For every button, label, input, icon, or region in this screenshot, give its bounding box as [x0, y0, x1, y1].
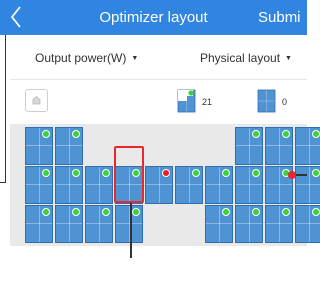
- solar-panel[interactable]: [235, 127, 263, 165]
- callout-line: [130, 203, 132, 258]
- solar-panel[interactable]: [55, 127, 83, 165]
- solar-panel[interactable]: [205, 166, 233, 204]
- layout-toolbar: 21 0: [10, 80, 307, 122]
- status-dot-icon: [132, 169, 140, 177]
- filter-bar: Output power(W) ▼ Physical layout ▼: [10, 35, 307, 80]
- home-icon: [32, 95, 41, 105]
- status-dot-icon: [72, 208, 80, 216]
- layout-dropdown[interactable]: Physical layout ▼: [200, 35, 292, 82]
- online-optimizer-stat: 21: [177, 88, 227, 114]
- solar-panel[interactable]: [25, 205, 53, 243]
- solar-panel[interactable]: [55, 166, 83, 204]
- status-dot-icon: [252, 169, 260, 177]
- optimizer-offline-icon: [257, 89, 276, 113]
- status-dot-icon: [72, 169, 80, 177]
- callout-marker: [288, 171, 296, 179]
- solar-panel[interactable]: [295, 127, 320, 165]
- status-dot-icon: [72, 130, 80, 138]
- caret-down-icon: ▼: [131, 55, 139, 62]
- online-count: 21: [202, 97, 213, 107]
- optimizer-online-icon: [177, 89, 196, 113]
- offline-optimizer-stat: 0: [257, 88, 307, 114]
- solar-panel[interactable]: [85, 166, 113, 204]
- solar-panel[interactable]: [55, 205, 83, 243]
- status-dot-icon: [282, 130, 290, 138]
- panel-layout-grid: [10, 124, 320, 246]
- status-dot-icon: [312, 130, 320, 138]
- solar-panel-selected[interactable]: [145, 166, 173, 204]
- status-dot-icon: [132, 208, 140, 216]
- caret-down-icon: ▼: [285, 55, 292, 62]
- status-dot-icon: [252, 130, 260, 138]
- solar-panel[interactable]: [115, 205, 143, 243]
- layout-label: Physical layout: [200, 51, 281, 65]
- app-header: Optimizer layout Submi: [0, 0, 307, 35]
- solar-panel[interactable]: [25, 166, 53, 204]
- status-dot-icon: [312, 169, 320, 177]
- status-dot-icon: [252, 208, 260, 216]
- status-dot-icon: [102, 169, 110, 177]
- status-dot-icon: [42, 130, 50, 138]
- solar-panel[interactable]: [265, 205, 293, 243]
- home-button[interactable]: [25, 89, 48, 112]
- status-dot-icon: [222, 169, 230, 177]
- status-dot-icon: [192, 169, 200, 177]
- solar-panel[interactable]: [295, 205, 320, 243]
- status-dot-icon: [282, 208, 290, 216]
- status-dot-icon: [222, 208, 230, 216]
- status-dot-icon: [42, 208, 50, 216]
- solar-panel[interactable]: [175, 166, 203, 204]
- submit-button[interactable]: Submi: [258, 0, 301, 35]
- solar-panel[interactable]: [205, 205, 233, 243]
- solar-panel[interactable]: [25, 127, 53, 165]
- status-dot-icon: [162, 169, 170, 177]
- output-power-dropdown[interactable]: Output power(W) ▼: [35, 35, 138, 82]
- solar-panel[interactable]: [265, 127, 293, 165]
- solar-panel[interactable]: [295, 166, 320, 204]
- status-dot-icon: [312, 208, 320, 216]
- output-power-label: Output power(W): [35, 51, 127, 65]
- offline-count: 0: [282, 97, 288, 107]
- status-dot-icon: [42, 169, 50, 177]
- status-dot-icon: [102, 208, 110, 216]
- solar-panel[interactable]: [115, 166, 143, 204]
- window-frame-edge: [0, 33, 6, 183]
- solar-panel[interactable]: [235, 205, 263, 243]
- solar-panel[interactable]: [85, 205, 113, 243]
- solar-panel[interactable]: [235, 166, 263, 204]
